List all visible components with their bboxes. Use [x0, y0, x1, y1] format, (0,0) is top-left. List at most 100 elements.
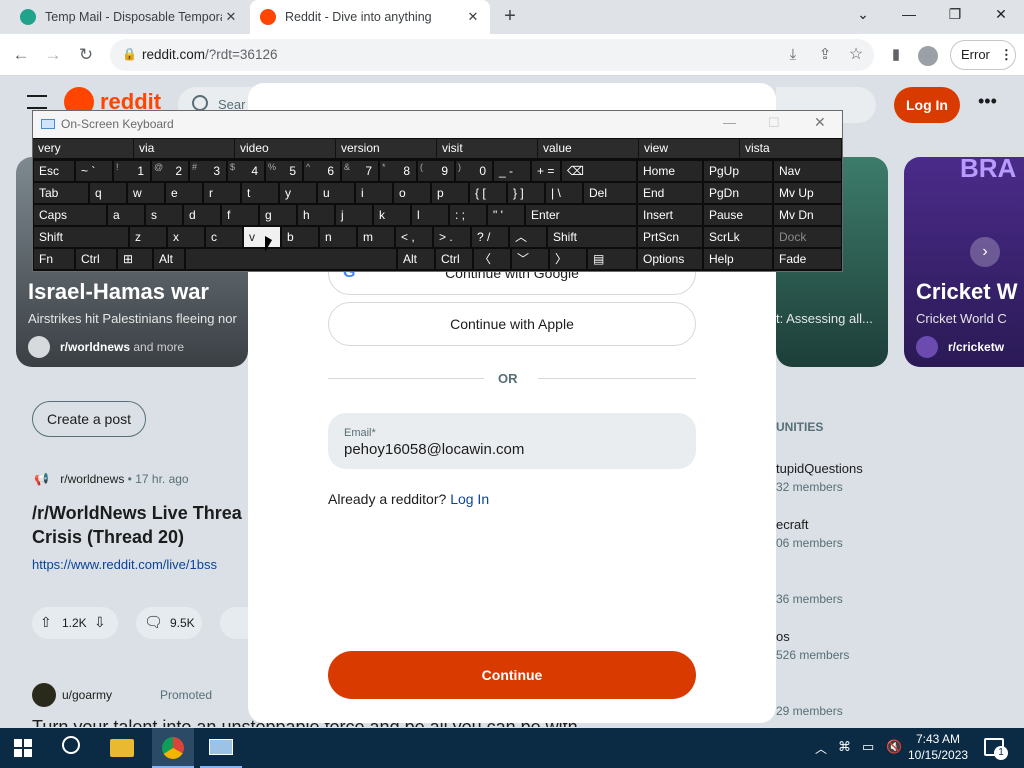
key-o[interactable]: o: [393, 182, 431, 204]
key-5[interactable]: % 5: [265, 160, 303, 182]
key-b[interactable]: b: [281, 226, 319, 248]
key-space[interactable]: [185, 248, 397, 270]
key-right-arrow[interactable]: 〉: [549, 248, 587, 270]
prediction-8[interactable]: vista: [740, 139, 842, 158]
login-button[interactable]: Log In: [894, 87, 960, 123]
key-slash[interactable]: ? /: [471, 226, 509, 248]
volume-muted-icon[interactable]: 🔇: [886, 739, 902, 755]
key-minus[interactable]: _ -: [493, 160, 531, 182]
prediction-7[interactable]: view: [639, 139, 740, 158]
key-g[interactable]: g: [259, 204, 297, 226]
hamburger-icon[interactable]: [27, 95, 47, 109]
community-item[interactable]: 36 members: [776, 573, 896, 629]
key-t[interactable]: t: [241, 182, 279, 204]
key-ctrl-right[interactable]: Ctrl: [435, 248, 473, 270]
key-mvdn[interactable]: Mv Dn: [773, 204, 842, 226]
tab-search-icon[interactable]: ⌄: [840, 0, 886, 30]
carousel-next-icon[interactable]: ›: [970, 237, 1000, 267]
back-icon[interactable]: ←: [8, 42, 34, 68]
key-quote[interactable]: " ': [487, 204, 525, 226]
chrome-taskbar-button[interactable]: [152, 728, 194, 768]
osk-title-bar[interactable]: On-Screen Keyboard — ☐ ✕: [33, 111, 842, 138]
continue-with-apple-button[interactable]: Continue with Apple: [328, 302, 696, 346]
key-options[interactable]: Options: [637, 248, 703, 270]
key-4[interactable]: $4: [227, 160, 265, 182]
reload-icon[interactable]: ↻: [73, 42, 99, 68]
key-d[interactable]: d: [183, 204, 221, 226]
network-icon[interactable]: ⌘: [838, 739, 851, 755]
key-insert[interactable]: Insert: [637, 204, 703, 226]
key-x[interactable]: x: [167, 226, 205, 248]
key-up-arrow[interactable]: ︿: [509, 226, 547, 248]
key-1[interactable]: ! 1: [113, 160, 151, 182]
prediction-6[interactable]: value: [538, 139, 639, 158]
key-pgdn[interactable]: PgDn: [703, 182, 773, 204]
login-link[interactable]: Log In: [450, 491, 489, 507]
key-tilde[interactable]: ~ `: [75, 160, 113, 182]
key-q[interactable]: q: [89, 182, 127, 204]
email-field[interactable]: Email* pehoy16058@locawin.com: [328, 413, 696, 469]
key-nav[interactable]: Nav: [773, 160, 842, 182]
tab-temp-mail[interactable]: Temp Mail - Disposable Tempora ✕: [10, 0, 248, 34]
key-7[interactable]: & 7: [341, 160, 379, 182]
key-c[interactable]: c: [205, 226, 243, 248]
key-esc[interactable]: Esc: [33, 160, 75, 182]
prediction-1[interactable]: very: [33, 139, 134, 158]
close-window-button[interactable]: ✕: [978, 0, 1024, 30]
side-panel-icon[interactable]: ▮: [883, 42, 909, 68]
key-m[interactable]: m: [357, 226, 395, 248]
osk-maximize-button[interactable]: ☐: [768, 115, 780, 131]
key-w[interactable]: w: [127, 182, 165, 204]
upvote-icon[interactable]: ⇧: [40, 614, 52, 631]
clock[interactable]: 7:43 AM 10/15/2023: [908, 731, 968, 763]
post-link[interactable]: https://www.reddit.com/live/1bss: [32, 557, 217, 572]
osk-close-button[interactable]: ✕: [814, 114, 826, 131]
key-2[interactable]: @2: [151, 160, 189, 182]
create-post-button[interactable]: Create a post: [32, 401, 146, 437]
key-f[interactable]: f: [221, 204, 259, 226]
key-r[interactable]: r: [203, 182, 241, 204]
key-down-arrow[interactable]: ﹀: [511, 248, 549, 270]
close-tab-icon[interactable]: ✕: [222, 9, 240, 25]
install-icon[interactable]: ⤓: [780, 42, 806, 68]
key-v[interactable]: v: [243, 226, 281, 248]
key-alt-left[interactable]: Alt: [153, 248, 185, 270]
key-i[interactable]: i: [355, 182, 393, 204]
key-k[interactable]: k: [373, 204, 411, 226]
prediction-2[interactable]: via: [134, 139, 235, 158]
tab-reddit[interactable]: Reddit - Dive into anything ✕: [250, 0, 490, 34]
bookmark-star-icon[interactable]: ☆: [843, 42, 869, 68]
key-u[interactable]: u: [317, 182, 355, 204]
forward-icon[interactable]: →: [40, 42, 66, 68]
key-ctrl-left[interactable]: Ctrl: [75, 248, 117, 270]
post-community[interactable]: r/worldnews: [60, 472, 124, 486]
key-9[interactable]: (9: [417, 160, 455, 182]
key-end[interactable]: End: [637, 182, 703, 204]
key-windows[interactable]: ⊞: [117, 248, 153, 270]
share-icon[interactable]: ⇪: [812, 42, 838, 68]
key-pause[interactable]: Pause: [703, 204, 773, 226]
key-semicolon[interactable]: : ;: [449, 204, 487, 226]
prediction-3[interactable]: video: [235, 139, 336, 158]
error-button[interactable]: Error ⋮: [950, 40, 1016, 70]
community-item[interactable]: tupidQuestions 32 members: [776, 461, 896, 517]
key-dock[interactable]: Dock: [773, 226, 842, 248]
downvote-icon[interactable]: ⇩: [94, 614, 106, 631]
key-j[interactable]: j: [335, 204, 373, 226]
new-tab-button[interactable]: +: [498, 4, 522, 28]
key-period[interactable]: > .: [433, 226, 471, 248]
notification-icon[interactable]: 1: [984, 738, 1008, 760]
community-item[interactable]: 29 members: [776, 685, 896, 727]
close-tab-icon[interactable]: ✕: [464, 9, 482, 25]
on-screen-keyboard[interactable]: On-Screen Keyboard — ☐ ✕ very via video …: [32, 110, 843, 272]
key-s[interactable]: s: [145, 204, 183, 226]
key-scrlk[interactable]: ScrLk: [703, 226, 773, 248]
tray-chevron-icon[interactable]: ︿: [815, 740, 827, 757]
post-title[interactable]: /r/WorldNews Live Threa Crisis (Thread 2…: [32, 501, 242, 549]
key-z[interactable]: z: [129, 226, 167, 248]
key-bracket-right[interactable]: } ]: [507, 182, 545, 204]
prediction-4[interactable]: version: [336, 139, 437, 158]
key-menu[interactable]: ▤: [587, 248, 637, 270]
key-fn[interactable]: Fn: [33, 248, 75, 270]
key-bracket-left[interactable]: { [: [469, 182, 507, 204]
